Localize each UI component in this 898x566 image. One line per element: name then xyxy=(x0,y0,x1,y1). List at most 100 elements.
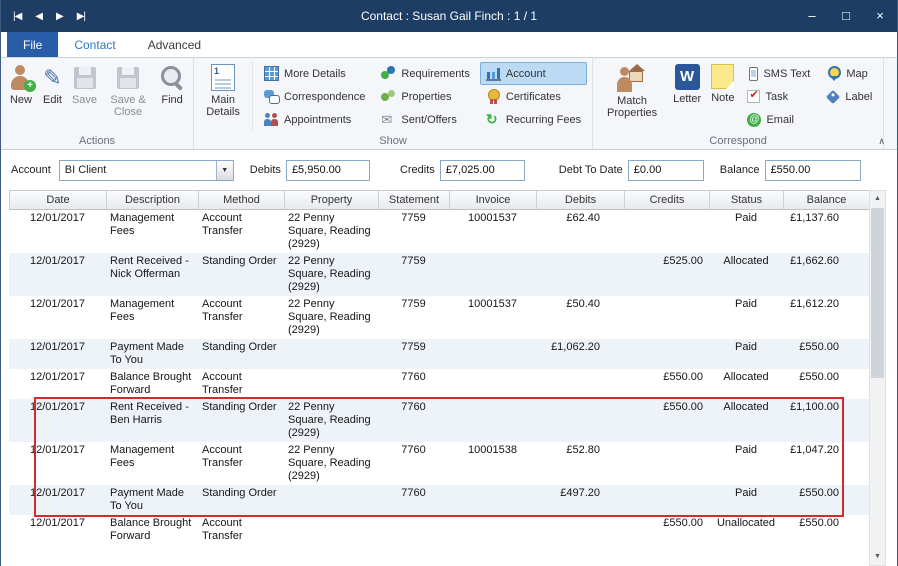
tab-file[interactable]: File xyxy=(7,32,58,57)
main-details-button[interactable]: Main Details xyxy=(197,60,249,134)
correspond-item-label-tag[interactable]: Label xyxy=(820,85,878,108)
cell-description: Management Fees xyxy=(106,442,198,485)
edit-button[interactable]: ✎ Edit xyxy=(38,60,67,134)
cell-credits xyxy=(624,442,709,485)
requirements-balls-icon xyxy=(381,66,396,81)
ribbon-group-actions: + New ✎ Edit Save Save & Close Find xyxy=(1,58,194,149)
cell-property: 22 Penny Square, Reading (2929) xyxy=(284,442,378,485)
column-header-method[interactable]: Method xyxy=(199,191,285,209)
first-record-button[interactable]: |◀ xyxy=(13,11,21,22)
credits-label: Credits xyxy=(400,164,435,176)
last-record-button[interactable]: ▶| xyxy=(77,11,85,22)
cell-method: Account Transfer xyxy=(198,442,284,485)
sticky-note-icon xyxy=(711,64,734,89)
column-header-debits[interactable]: Debits xyxy=(537,191,625,209)
cell-balance: £550.00 xyxy=(783,515,869,545)
correspond-item-sms-text[interactable]: SMS Text xyxy=(741,62,816,85)
cell-balance: £550.00 xyxy=(783,485,869,515)
main-details-label: Main Details xyxy=(202,94,244,118)
show-item-more-details[interactable]: More Details xyxy=(258,62,371,85)
column-header-statement[interactable]: Statement xyxy=(379,191,450,209)
cell-statement: 7759 xyxy=(378,210,449,253)
tab-contact[interactable]: Contact xyxy=(58,32,131,57)
debits-field[interactable] xyxy=(286,160,370,181)
show-item-certificates[interactable]: Certificates xyxy=(480,85,587,108)
table-row[interactable]: 12/01/2017Management FeesAccount Transfe… xyxy=(9,210,869,253)
account-dropdown[interactable]: BI Client ▼ xyxy=(59,160,234,181)
new-button[interactable]: + New xyxy=(4,60,38,134)
show-item-correspondence[interactable]: Correspondence xyxy=(258,85,371,108)
find-button[interactable]: Find xyxy=(154,60,190,134)
table-row[interactable]: 12/01/2017Payment Made To YouStanding Or… xyxy=(9,339,869,369)
show-item-requirements[interactable]: Requirements xyxy=(375,62,475,85)
tab-advanced[interactable]: Advanced xyxy=(132,32,217,57)
cell-status: Paid xyxy=(709,442,783,485)
new-contact-icon: + xyxy=(9,64,33,91)
column-header-credits[interactable]: Credits xyxy=(625,191,710,209)
balance-field[interactable] xyxy=(765,160,861,181)
column-header-balance[interactable]: Balance xyxy=(784,191,870,209)
title-bar: |◀ ◀ ▶ ▶| Contact : Susan Gail Finch : 1… xyxy=(1,0,897,32)
match-properties-button[interactable]: Match Properties xyxy=(596,60,668,134)
column-header-property[interactable]: Property xyxy=(285,191,379,209)
account-label: Account xyxy=(11,164,51,176)
scroll-down-button[interactable]: ▼ xyxy=(870,549,885,565)
cell-invoice xyxy=(449,515,536,545)
next-record-button[interactable]: ▶ xyxy=(56,11,63,22)
dropdown-arrow-icon[interactable]: ▼ xyxy=(216,161,233,180)
column-header-invoice[interactable]: Invoice xyxy=(450,191,537,209)
maximize-button[interactable]: □ xyxy=(829,0,863,32)
show-item-sent-offers[interactable]: ✉ Sent/Offers xyxy=(375,108,475,131)
column-header-status[interactable]: Status xyxy=(710,191,784,209)
edit-button-label: Edit xyxy=(43,94,62,106)
table-row[interactable]: 12/01/2017Payment Made To YouStanding Or… xyxy=(9,485,869,515)
account-chart-icon xyxy=(486,66,501,81)
show-item-recurring-fees[interactable]: ↻ Recurring Fees xyxy=(480,108,587,131)
cell-statement xyxy=(378,515,449,545)
save-close-button[interactable]: Save & Close xyxy=(102,60,154,134)
table-row[interactable]: 12/01/2017Rent Received - Ben HarrisStan… xyxy=(9,399,869,442)
close-button[interactable]: × xyxy=(863,0,897,32)
cell-status: Paid xyxy=(709,485,783,515)
scroll-up-button[interactable]: ▲ xyxy=(870,191,885,207)
show-item-properties[interactable]: Properties xyxy=(375,85,475,108)
cell-statement: 7760 xyxy=(378,442,449,485)
debt-to-date-label: Debt To Date xyxy=(559,164,623,176)
column-header-description[interactable]: Description xyxy=(107,191,199,209)
scrollbar-thumb[interactable] xyxy=(871,208,884,378)
table-row[interactable]: 12/01/2017Balance Brought ForwardAccount… xyxy=(9,515,869,545)
cell-description: Rent Received - Ben Harris xyxy=(106,399,198,442)
table-row[interactable]: 12/01/2017Management FeesAccount Transfe… xyxy=(9,296,869,339)
window-title: Contact : Susan Gail Finch : 1 / 1 xyxy=(1,9,897,23)
cell-credits: £550.00 xyxy=(624,369,709,399)
credits-field[interactable] xyxy=(440,160,525,181)
correspond-item-email[interactable]: @ Email xyxy=(741,108,816,131)
correspond-item-task[interactable]: ✔ Task xyxy=(741,85,816,108)
debt-to-date-field[interactable] xyxy=(628,160,704,181)
cell-invoice xyxy=(449,485,536,515)
column-header-date[interactable]: Date xyxy=(10,191,107,209)
table-row[interactable]: 12/01/2017Management FeesAccount Transfe… xyxy=(9,442,869,485)
note-button[interactable]: Note xyxy=(706,60,739,134)
cell-description: Rent Received - Nick Offerman xyxy=(106,253,198,296)
show-item-appointments[interactable]: Appointments xyxy=(258,108,371,131)
cell-balance: £1,662.60 xyxy=(783,253,869,296)
table-row[interactable]: 12/01/2017Balance Brought ForwardAccount… xyxy=(9,369,869,399)
vertical-scrollbar[interactable]: ▲ ▼ xyxy=(869,190,886,566)
correspond-item-map[interactable]: Map xyxy=(820,62,878,85)
cell-debits: £50.40 xyxy=(536,296,624,339)
cell-property xyxy=(284,485,378,515)
transactions-body: 12/01/2017Management FeesAccount Transfe… xyxy=(9,210,869,566)
show-item-account[interactable]: Account xyxy=(480,62,587,85)
recurring-fees-arrows-icon: ↻ xyxy=(486,112,501,127)
cell-credits: £550.00 xyxy=(624,399,709,442)
minimize-button[interactable]: – xyxy=(795,0,829,32)
collapse-ribbon-button[interactable]: ∧ xyxy=(872,135,891,148)
save-button[interactable]: Save xyxy=(67,60,102,134)
previous-record-button[interactable]: ◀ xyxy=(35,11,42,22)
table-row[interactable]: 12/01/2017Rent Received - Nick OffermanS… xyxy=(9,253,869,296)
letter-button[interactable]: W Letter xyxy=(668,60,706,134)
transactions-grid: Date Description Method Property Stateme… xyxy=(9,190,869,566)
cell-status: Allocated xyxy=(709,369,783,399)
cell-date: 12/01/2017 xyxy=(9,442,106,485)
